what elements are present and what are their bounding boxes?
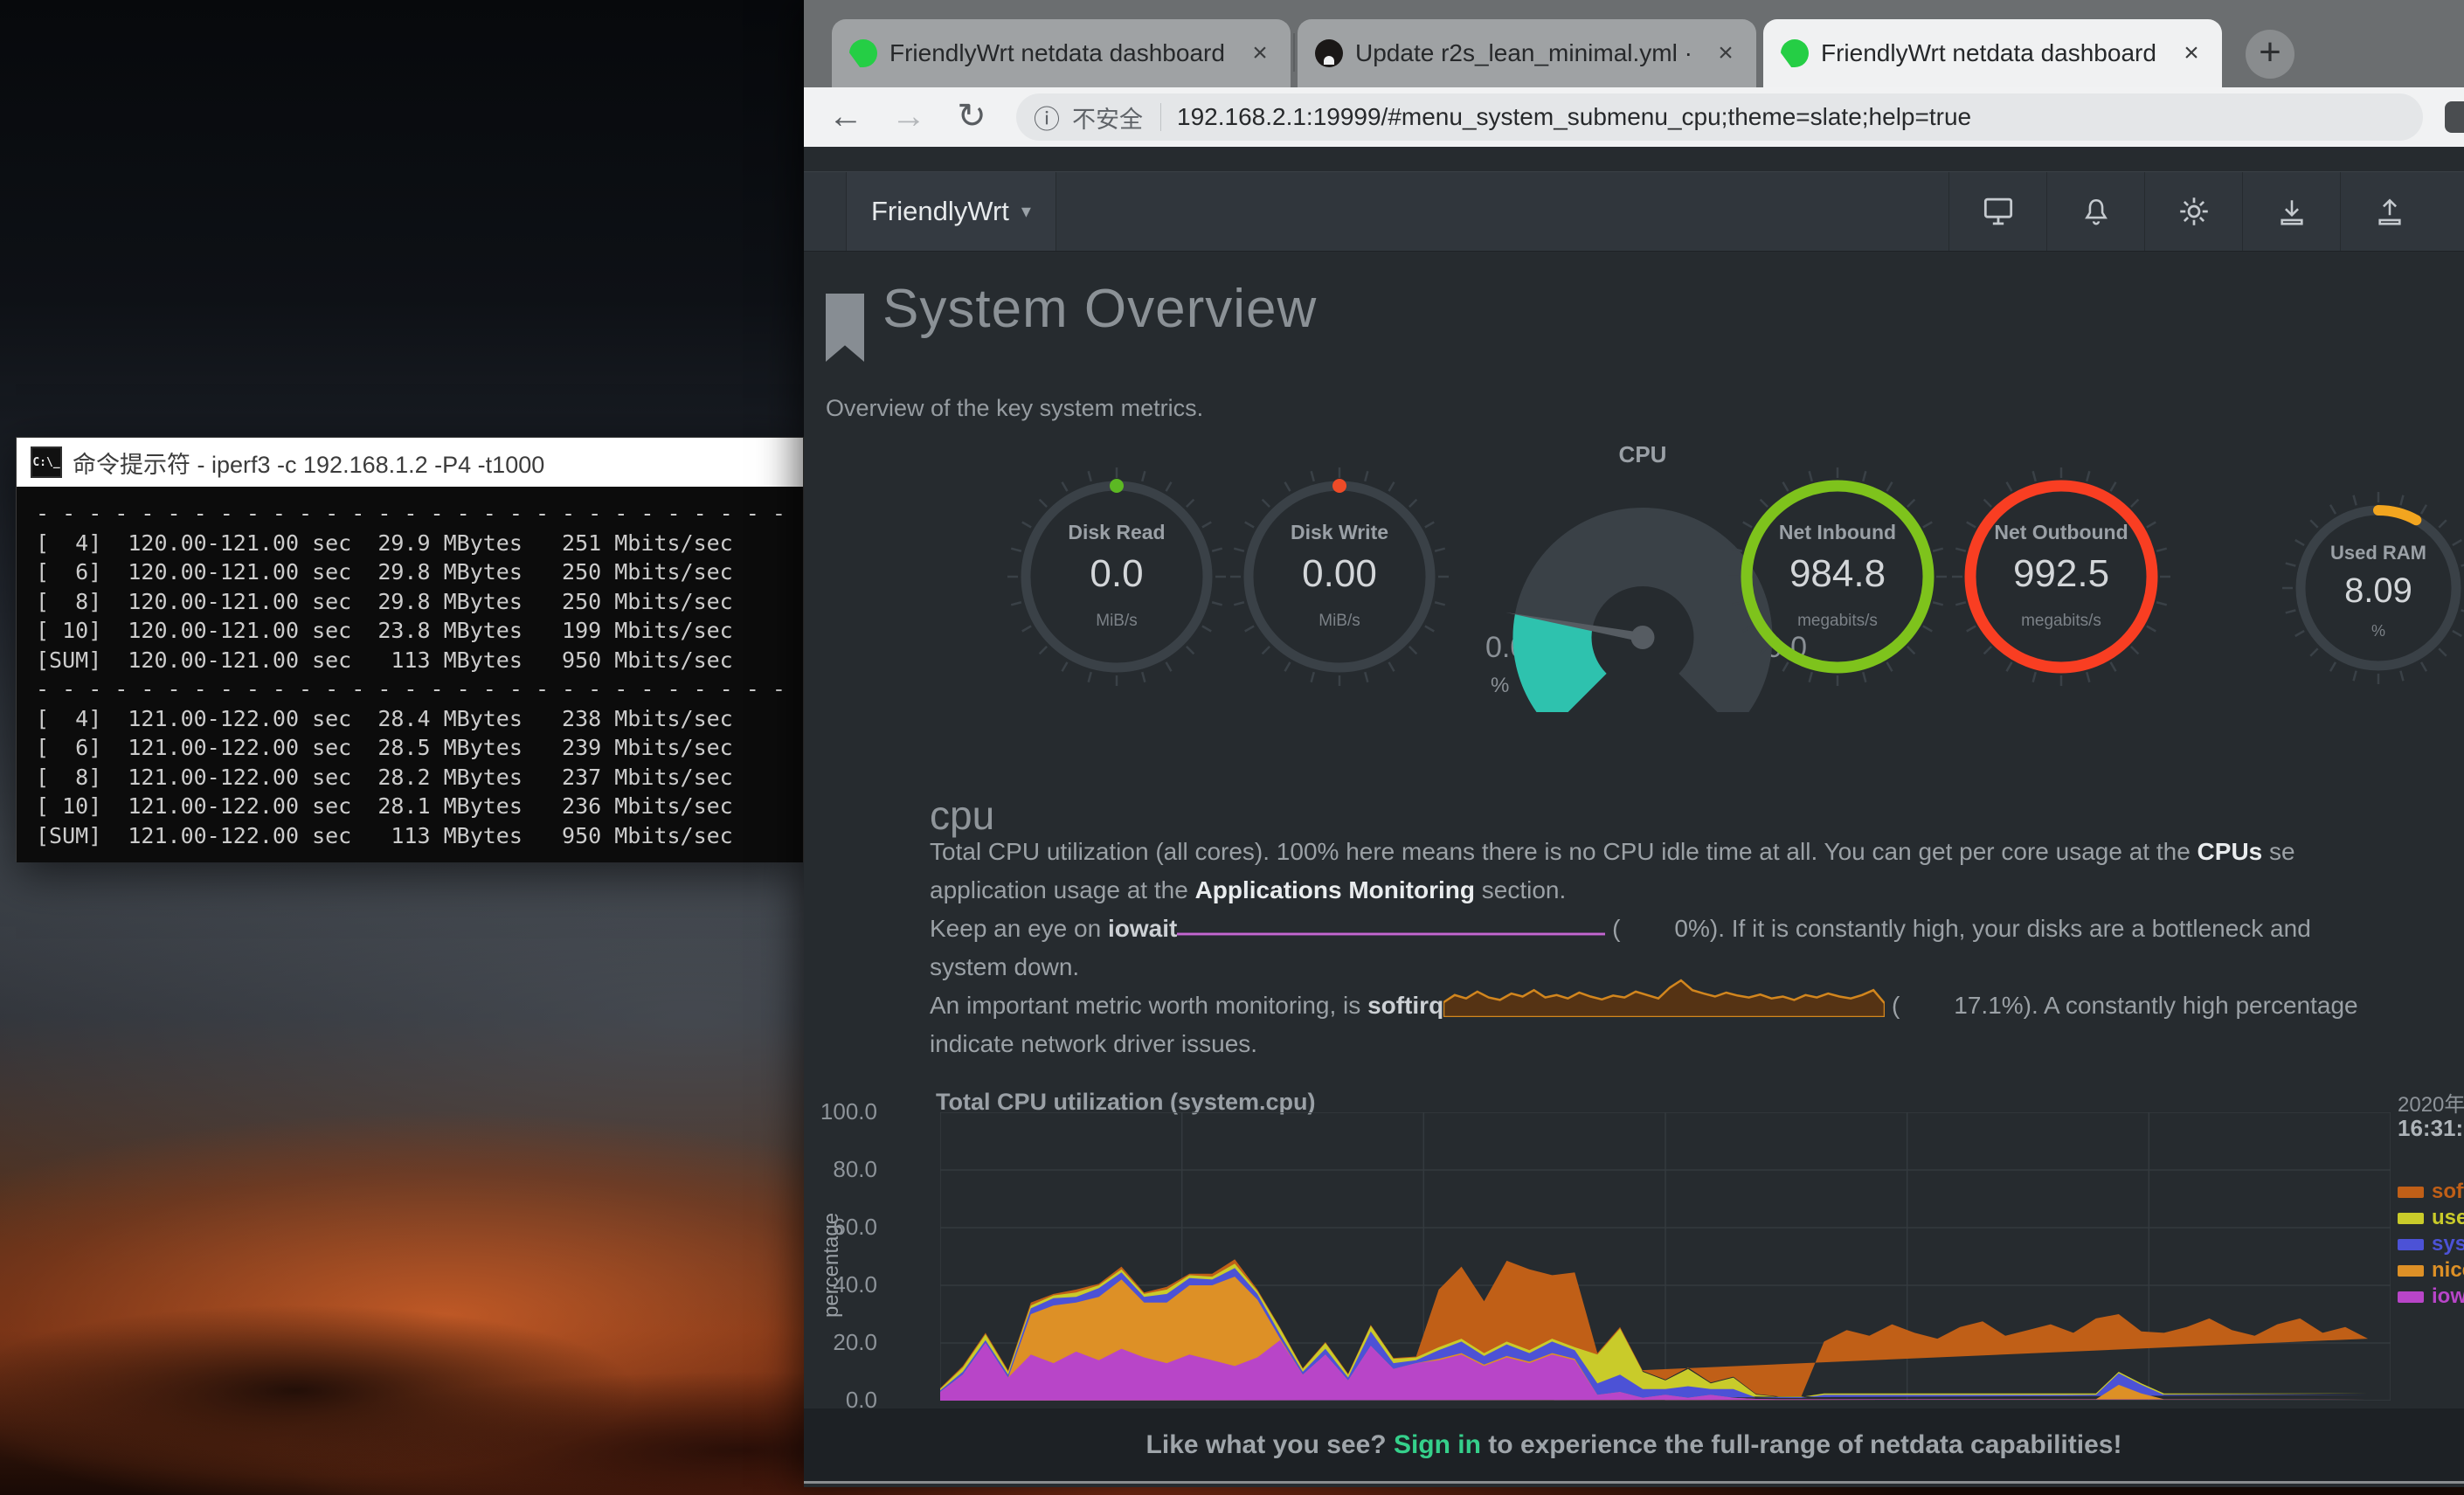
tab-github[interactable]: Update r2s_lean_minimal.yml · k × <box>1298 19 1756 87</box>
monitor-icon <box>1982 197 2015 226</box>
brand-label: FriendlyWrt <box>871 196 1009 227</box>
y-tick: 40.0 <box>804 1271 877 1298</box>
cpu-description-line: system down. <box>930 952 1079 982</box>
legend-swatch <box>2398 1213 2424 1224</box>
extension-icon[interactable] <box>2445 101 2464 133</box>
forward-icon[interactable]: → <box>881 87 937 147</box>
github-favicon-icon <box>1315 39 1343 67</box>
gauge-disk-read[interactable]: Disk Read 0.0 MiB/s <box>1003 463 1230 690</box>
section-heading-cpu: cpu <box>930 792 994 839</box>
y-tick: 100.0 <box>804 1098 877 1125</box>
cpu-description-line: application usage at the Applications Mo… <box>930 876 1566 905</box>
url-text[interactable]: 192.168.2.1:19999/#menu_system_submenu_c… <box>1177 103 1971 131</box>
legend-swatch <box>2398 1187 2424 1198</box>
chevron-down-icon: ▾ <box>1021 200 1031 223</box>
netdata-favicon-icon <box>1781 39 1809 67</box>
y-tick: 80.0 <box>804 1156 877 1183</box>
netdata-favicon-icon <box>849 39 877 67</box>
address-bar[interactable]: ⓘ 不安全 192.168.2.1:19999/#menu_system_sub… <box>1016 93 2423 141</box>
tab-netdata-2-active[interactable]: FriendlyWrt netdata dashboard × <box>1763 19 2222 87</box>
gauge-disk-write[interactable]: Disk Write 0.00 MiB/s <box>1226 463 1453 690</box>
browser-window: FriendlyWrt netdata dashboard × Update r… <box>804 0 2464 1487</box>
signin-banner: Like what you see? Sign in to experience… <box>804 1408 2464 1484</box>
legend-item-user[interactable]: user <box>2398 1206 2464 1230</box>
tab-close-icon[interactable]: × <box>1711 38 1741 68</box>
softirq-sparkline <box>1443 1005 1885 1014</box>
applications-monitoring-link[interactable]: Applications Monitoring <box>1195 876 1475 903</box>
bookmark-icon <box>826 294 864 362</box>
tab-close-icon[interactable]: × <box>1245 38 1275 68</box>
legend-item-nice[interactable]: nice <box>2398 1258 2464 1283</box>
bell-icon <box>2081 196 2111 227</box>
tab-title: FriendlyWrt netdata dashboard <box>889 39 1233 67</box>
legend-swatch <box>2398 1265 2424 1277</box>
settings-button[interactable] <box>2144 172 2242 251</box>
terminal-window[interactable]: C:\_ 命令提示符 - iperf3 -c 192.168.1.2 -P4 -… <box>16 437 804 862</box>
new-tab-button[interactable]: + <box>2246 30 2294 79</box>
legend-item-iowait[interactable]: iowait <box>2398 1284 2464 1309</box>
chart-time: 16:31:2 <box>2398 1115 2464 1142</box>
cmd-icon: C:\_ <box>31 446 62 478</box>
legend-item-system[interactable]: system <box>2398 1232 2464 1256</box>
cpu-description-line: Keep an eye on iowait (0%). If it is con… <box>930 914 2311 944</box>
chart-date: 2020年3 <box>2398 1087 2464 1118</box>
cpus-link[interactable]: CPUs <box>2198 838 2263 865</box>
import-button[interactable] <box>2242 172 2340 251</box>
security-label: 不安全 <box>1072 100 1143 135</box>
cpu-description-line: indicate network driver issues. <box>930 1029 1257 1059</box>
tab-divider <box>1293 33 1295 72</box>
desktop-screen: { "terminal": { "title": "命令提示符 - iperf3… <box>0 0 2464 1495</box>
back-icon[interactable]: ← <box>818 87 874 147</box>
tab-title: FriendlyWrt netdata dashboard <box>1821 39 2164 67</box>
iowait-sparkline <box>1177 928 1605 937</box>
legend-swatch <box>2398 1291 2424 1303</box>
gear-icon <box>2178 196 2210 227</box>
gauge-net-inbound[interactable]: Net Inbound 984.8 megabits/s <box>1724 463 1951 690</box>
cpu-description-line: An important metric worth monitoring, is… <box>930 991 2358 1021</box>
alarms-button[interactable] <box>2046 172 2144 251</box>
terminal-output[interactable]: - - - - - - - - - - - - - - - - - - - - … <box>17 487 803 862</box>
gauge-used-ram[interactable]: Used RAM 8.09 % <box>2278 488 2464 689</box>
upload-icon <box>2375 196 2405 227</box>
gauge-net-outbound[interactable]: Net Outbound 992.5 megabits/s <box>1948 463 2175 690</box>
page-info-icon[interactable]: ⓘ <box>1034 98 1060 136</box>
sign-in-link[interactable]: Sign in <box>1394 1430 1481 1459</box>
reload-icon[interactable]: ↻ <box>944 87 1000 147</box>
signin-text: Like what you see? Sign in to experience… <box>1146 1430 2122 1460</box>
download-icon <box>2277 196 2307 227</box>
cpu-utilization-chart[interactable] <box>940 1112 2391 1401</box>
console-button[interactable] <box>1948 172 2046 251</box>
tab-close-icon[interactable]: × <box>2177 38 2206 68</box>
legend-swatch <box>2398 1239 2424 1250</box>
page-subtitle: Overview of the key system metrics. <box>826 395 1203 422</box>
brand-dropdown[interactable]: FriendlyWrt ▾ <box>846 172 1056 251</box>
cpu-description-line: Total CPU utilization (all cores). 100% … <box>930 837 2295 867</box>
browser-toolbar: ← → ↻ ⓘ 不安全 192.168.2.1:19999/#menu_syst… <box>804 87 2464 147</box>
netdata-page: FriendlyWrt ▾ <box>804 147 2464 1487</box>
legend-item-softirq[interactable]: softirq <box>2398 1180 2464 1204</box>
terminal-titlebar[interactable]: C:\_ 命令提示符 - iperf3 -c 192.168.1.2 -P4 -… <box>17 438 803 487</box>
export-button[interactable] <box>2340 172 2438 251</box>
y-tick: 60.0 <box>804 1214 877 1241</box>
tab-title: Update r2s_lean_minimal.yml · k <box>1355 39 1699 67</box>
omnibox-divider <box>1160 103 1161 131</box>
netdata-navbar: FriendlyWrt ▾ <box>804 171 2464 252</box>
tab-netdata-1[interactable]: FriendlyWrt netdata dashboard × <box>832 19 1291 87</box>
tab-strip: FriendlyWrt netdata dashboard × Update r… <box>804 0 2464 87</box>
page-title: System Overview <box>882 278 1317 340</box>
y-tick: 20.0 <box>804 1329 877 1356</box>
terminal-title: 命令提示符 - iperf3 -c 192.168.1.2 -P4 -t1000 <box>73 446 544 480</box>
